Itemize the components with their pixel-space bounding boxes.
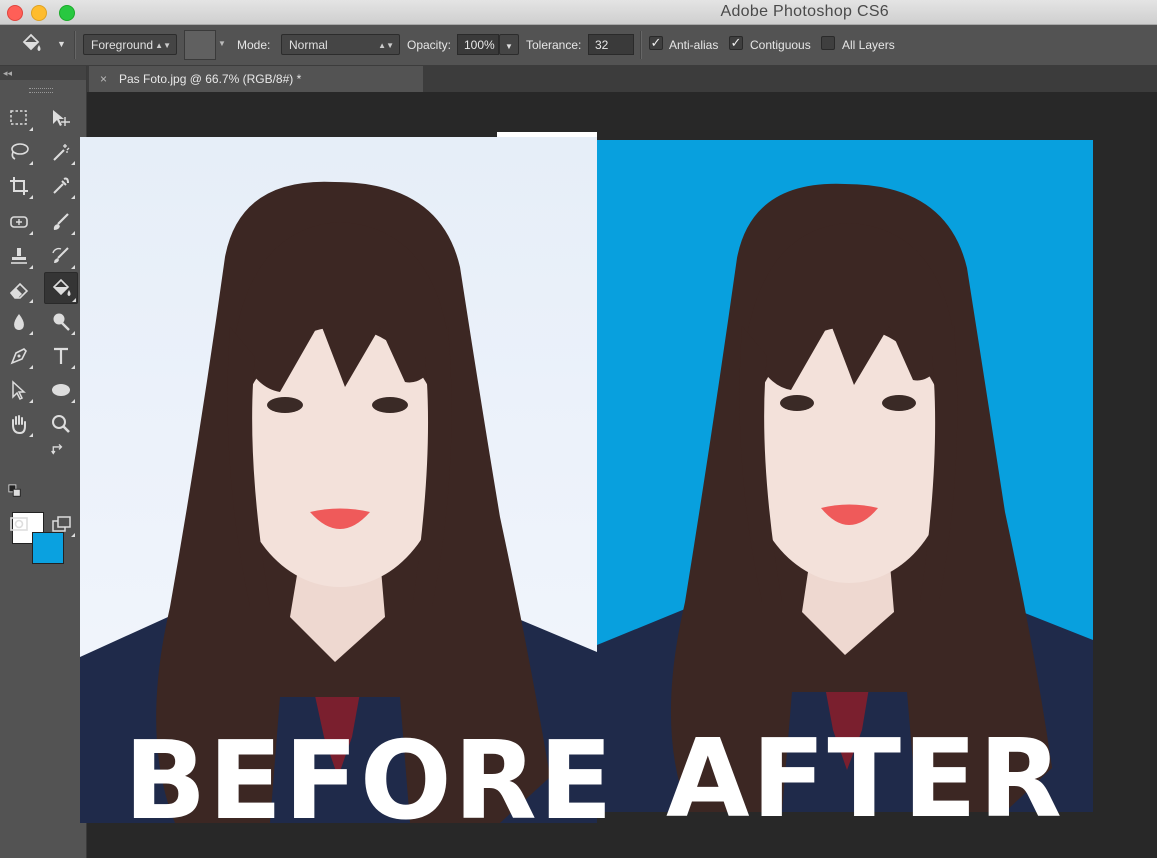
pattern-arrow-icon[interactable]: ▼ [218,39,226,48]
pattern-swatch[interactable] [184,30,216,60]
after-photo [597,140,1093,812]
after-caption: AFTER [666,717,1064,842]
tool-preset-arrow-icon[interactable]: ▼ [57,39,66,49]
screen-mode-icon[interactable] [46,510,76,538]
document-tab-title: Pas Foto.jpg @ 66.7% (RGB/8#) * [119,72,302,86]
blur-tool-icon[interactable] [4,308,34,336]
all-layers-checkbox[interactable] [821,36,835,50]
default-colors-icon[interactable] [8,484,24,500]
updown-arrow-icon: ▲▼ [378,41,394,50]
contiguous-checkbox[interactable]: ✓ [729,36,743,50]
title-bar: Adobe Photoshop CS6 [0,0,1157,25]
clone-stamp-tool-icon[interactable] [4,242,34,270]
anti-alias-label: Anti-alias [669,38,719,52]
opacity-slider-button[interactable]: ▼ [499,34,519,55]
options-bar: ▼ Foreground ▲▼ ▼ Mode: Normal ▲▼ Opacit… [0,25,1157,66]
document-tab-bar: × Pas Foto.jpg @ 66.7% (RGB/8#) * [87,66,1157,92]
quick-mask-icon[interactable] [4,510,34,538]
move-tool-icon[interactable] [46,104,76,132]
zoom-tool-icon[interactable] [46,410,76,438]
close-window-button[interactable] [7,5,23,21]
divider [640,31,642,59]
rectangular-marquee-tool-icon[interactable] [4,104,34,132]
zoom-window-button[interactable] [59,5,75,21]
spot-healing-brush-icon[interactable] [4,208,34,236]
tools-panel: ◂◂ [0,66,87,858]
mode-select[interactable]: Normal ▲▼ [281,34,400,55]
fill-source-value: Foreground [91,38,154,52]
switch-colors-icon[interactable] [50,442,70,462]
minimize-window-button[interactable] [31,5,47,21]
app-title: Adobe Photoshop CS6 [720,3,889,20]
path-selection-tool-icon[interactable] [4,376,34,404]
lasso-tool-icon[interactable] [4,138,34,166]
before-caption: BEFORE [124,719,615,844]
portrait-after-image [597,183,1093,812]
collapse-panel-button[interactable]: ◂◂ [0,66,86,80]
tolerance-input[interactable]: 32 [588,34,634,55]
magic-wand-tool-icon[interactable] [46,138,76,166]
eraser-tool-icon[interactable] [4,276,34,304]
divider [74,31,76,59]
anti-alias-checkbox[interactable]: ✓ [649,36,663,50]
dodge-tool-icon[interactable] [46,308,76,336]
close-tab-icon[interactable]: × [100,66,107,92]
ellipse-tool-icon[interactable] [46,376,76,404]
paint-bucket-tool-icon[interactable] [44,272,78,304]
mode-label: Mode: [237,38,271,52]
mode-value: Normal [289,38,328,52]
hand-tool-icon[interactable] [4,410,34,438]
opacity-input[interactable]: 100% [457,34,499,55]
pen-tool-icon[interactable] [4,342,34,370]
history-brush-tool-icon[interactable] [46,242,76,270]
tolerance-label: Tolerance: [526,38,582,52]
updown-arrow-icon: ▲▼ [155,41,171,50]
fill-source-select[interactable]: Foreground ▲▼ [83,34,177,55]
brush-tool-icon[interactable] [46,208,76,236]
document-tab[interactable]: × Pas Foto.jpg @ 66.7% (RGB/8#) * [89,66,423,92]
paint-bucket-icon[interactable] [18,32,44,58]
eyedropper-tool-icon[interactable] [46,172,76,200]
opacity-label: Opacity: [407,38,452,52]
chevron-down-icon: ▼ [505,42,513,51]
crop-tool-icon[interactable] [4,172,34,200]
type-tool-icon[interactable] [46,342,76,370]
contiguous-label: Contiguous [750,38,811,52]
panel-grip[interactable] [29,88,53,93]
all-layers-label: All Layers [842,38,895,52]
